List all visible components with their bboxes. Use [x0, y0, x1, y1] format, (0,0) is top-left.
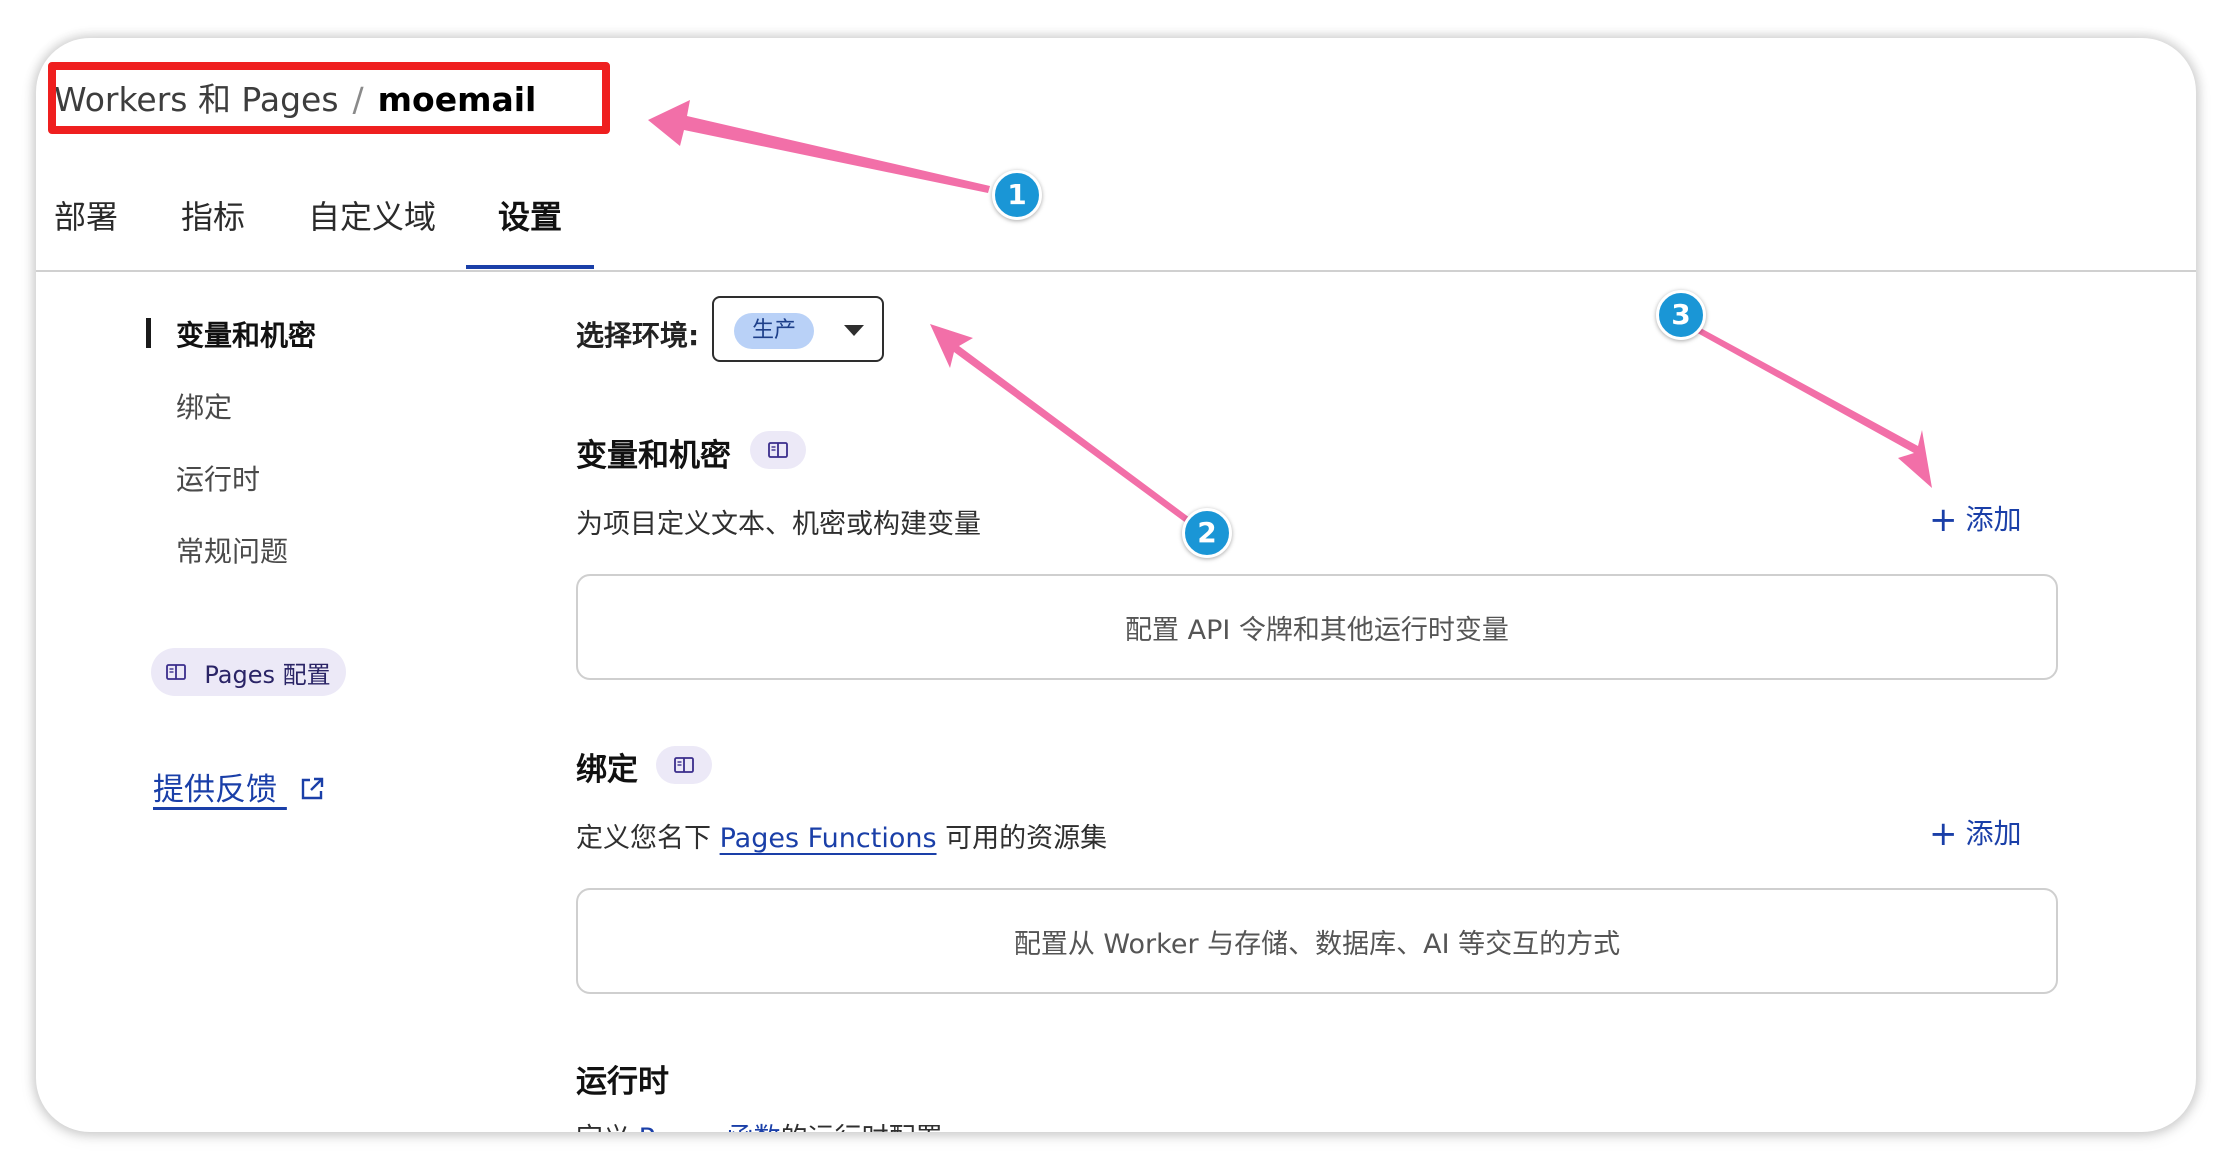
callout-2: 2	[1182, 508, 1232, 558]
callout-3: 3	[1656, 290, 1706, 340]
annotation-arrows	[648, 100, 1932, 523]
arrow-3	[1692, 325, 1932, 488]
arrow-1	[648, 100, 990, 193]
callout-1: 1	[992, 170, 1042, 220]
arrow-2	[930, 324, 1190, 523]
